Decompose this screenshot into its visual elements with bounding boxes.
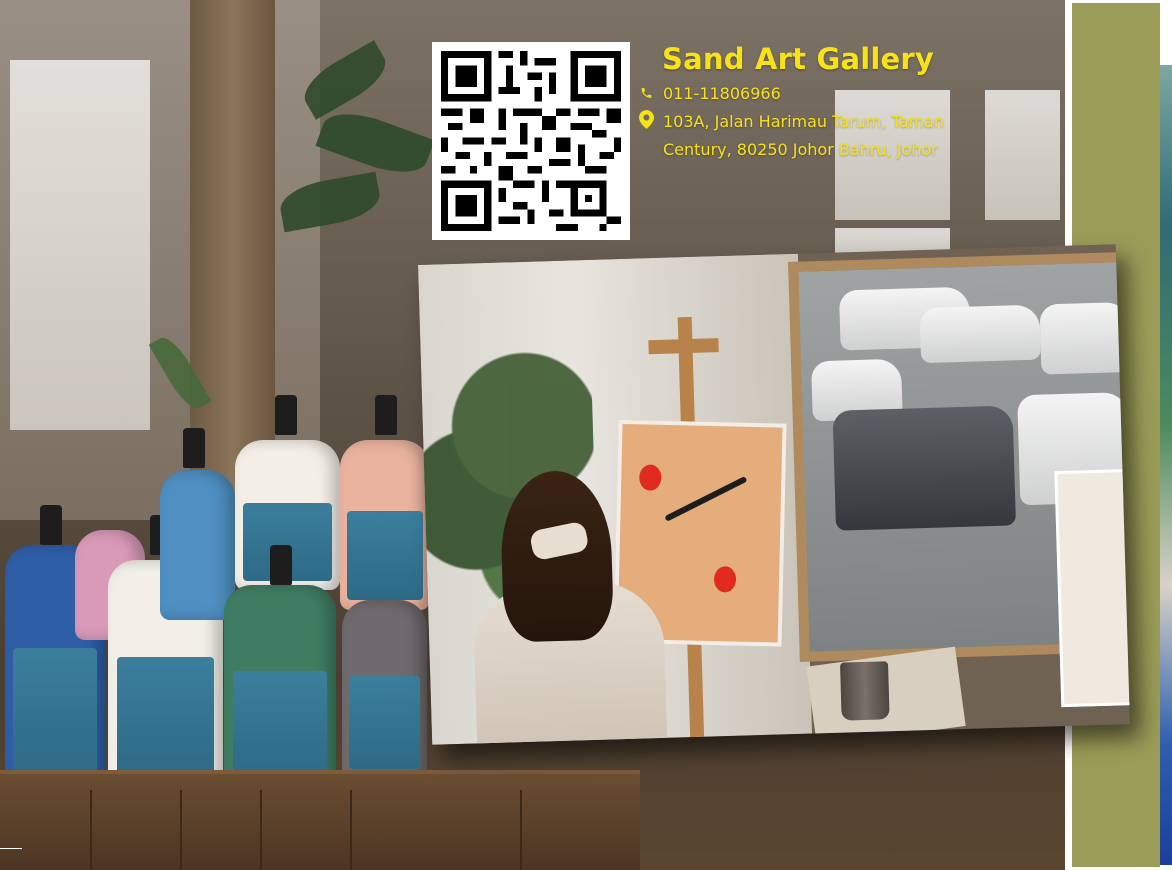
bottle-cap (270, 545, 292, 585)
qr-code-pattern (441, 51, 621, 231)
canvas-stroke (664, 475, 748, 522)
car (919, 304, 1042, 364)
bottle-cap (375, 395, 397, 435)
flower-canvas (1054, 468, 1130, 708)
phone-number: 011-11806966 (663, 84, 781, 103)
canvas-cheek (639, 464, 662, 491)
car (1039, 301, 1130, 375)
qr-code (432, 42, 630, 240)
painting-photo (418, 244, 1130, 745)
wooden-shelf (0, 770, 640, 870)
corner-mark (0, 848, 22, 849)
shelf-plank (260, 790, 262, 870)
right-edge-photo-strip (1160, 65, 1172, 865)
easel-crossbar (648, 338, 719, 355)
shelf-plank (350, 790, 352, 870)
shelf-plank (520, 790, 522, 870)
paint-bottle (340, 440, 430, 610)
background-window-left (10, 60, 150, 430)
canvas-cheek (713, 566, 737, 593)
background-window-right-2 (985, 90, 1060, 220)
brush-cup (839, 661, 890, 721)
phone-icon (641, 88, 652, 98)
address-line-1: 103A, Jalan Harimau Tarum, Taman (663, 112, 944, 131)
car (832, 405, 1016, 531)
gallery-title: Sand Art Gallery (662, 42, 934, 76)
bottle-cap (183, 428, 205, 468)
bottle-cap (40, 505, 62, 545)
shelf-plank (90, 790, 92, 870)
paint-bottle (342, 600, 427, 780)
paint-bottle (224, 585, 336, 790)
shelf-plank (180, 790, 182, 870)
paint-bottle (160, 470, 235, 620)
map-pin-icon (639, 110, 654, 129)
address-line-2: Century, 80250 Johor Bahru, Johor (663, 140, 938, 159)
bottle-cap (275, 395, 297, 435)
